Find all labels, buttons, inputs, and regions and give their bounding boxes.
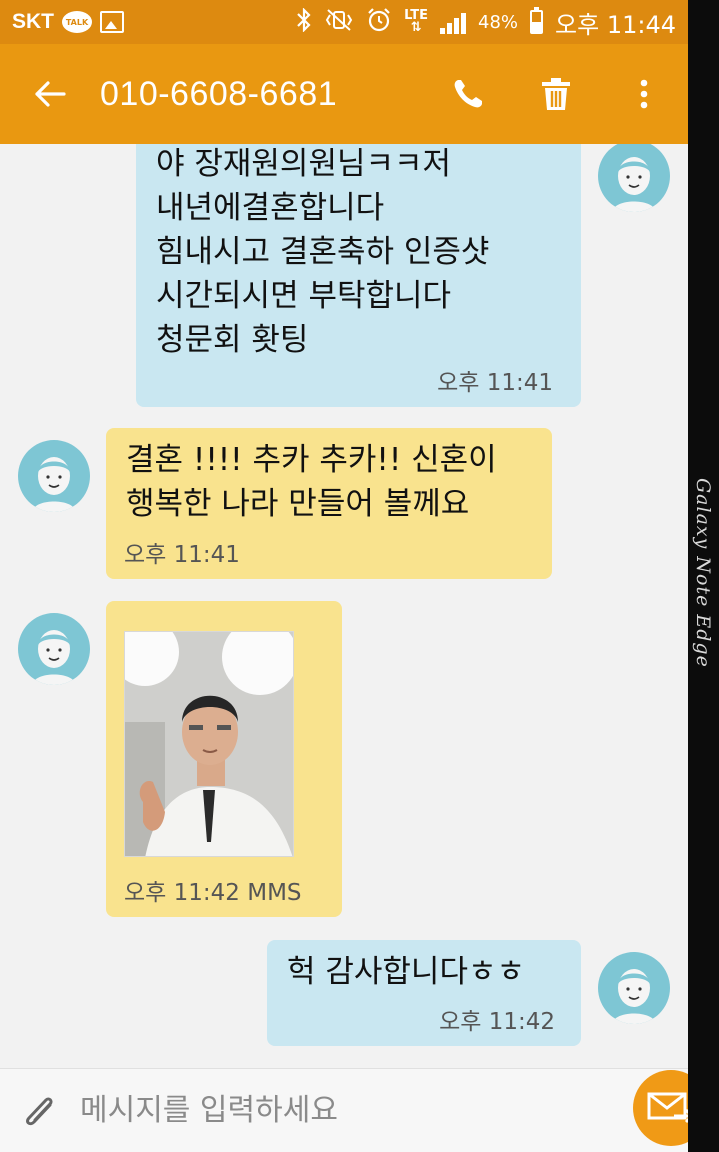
message-input[interactable]: [80, 1093, 560, 1128]
message-time: 오후 11:42 MMS: [124, 880, 302, 906]
lte-icon: LTE ⇅: [404, 8, 429, 35]
message-list[interactable]: 야 장재원의원님ㅋㅋ저 내년에결혼합니다 힘내시고 결혼축하 인증샷 시간되시면…: [0, 144, 688, 1068]
avatar[interactable]: [598, 144, 670, 212]
message-text: 헉 감사합니다ㅎㅎ: [287, 954, 526, 990]
kakaotalk-icon: TALK: [62, 11, 92, 33]
contact-number: 010-6608-6681: [100, 74, 338, 113]
battery-percent: 48%: [478, 11, 519, 33]
message-text: 결혼 !!!! 추카 추카!! 신혼이 행복한 나라 만들어 볼께요: [126, 442, 497, 522]
incoming-mms-message[interactable]: 오후 11:42 MMS: [106, 601, 342, 917]
status-bar: SKT TALK LTE ⇅ 48% 오후 11:44: [0, 0, 688, 44]
app-bar: 010-6608-6681: [0, 44, 688, 144]
compose-bar: [0, 1068, 688, 1152]
status-time: 오후 11:44: [555, 10, 676, 39]
device-edge-label: Galaxy Note Edge: [692, 478, 714, 668]
carrier-label: SKT: [12, 10, 54, 33]
paperclip-icon[interactable]: [0, 1089, 80, 1133]
avatar[interactable]: [18, 440, 90, 512]
outgoing-message[interactable]: 헉 감사합니다ㅎㅎ 오후 11:42: [267, 940, 581, 1046]
incoming-message[interactable]: 결혼 !!!! 추카 추카!! 신혼이 행복한 나라 만들어 볼께요 오후 11…: [106, 428, 552, 579]
signal-strength-icon: [440, 10, 467, 34]
message-time: 오후 11:41: [437, 370, 553, 396]
phone-icon[interactable]: [424, 77, 512, 111]
alarm-icon: [366, 7, 392, 38]
outgoing-message[interactable]: 야 장재원의원님ㅋㅋ저 내년에결혼합니다 힘내시고 결혼축하 인증샷 시간되시면…: [136, 144, 581, 407]
image-notification-icon: [100, 11, 124, 33]
avatar[interactable]: [598, 952, 670, 1024]
avatar[interactable]: [18, 613, 90, 685]
more-vert-icon[interactable]: [600, 79, 688, 109]
message-text: 야 장재원의원님ㅋㅋ저 내년에결혼합니다 힘내시고 결혼축하 인증샷 시간되시면…: [156, 146, 490, 358]
message-time: 오후 11:42: [439, 1009, 555, 1035]
vibrate-mute-icon: [324, 8, 354, 37]
back-arrow-icon[interactable]: [0, 80, 100, 108]
mms-photo[interactable]: [124, 631, 294, 857]
trash-icon[interactable]: [512, 77, 600, 111]
device-edge-panel: Galaxy Note Edge: [688, 0, 719, 1152]
message-time: 오후 11:41: [124, 542, 240, 568]
bluetooth-icon: [296, 6, 312, 37]
battery-icon: [530, 7, 544, 34]
